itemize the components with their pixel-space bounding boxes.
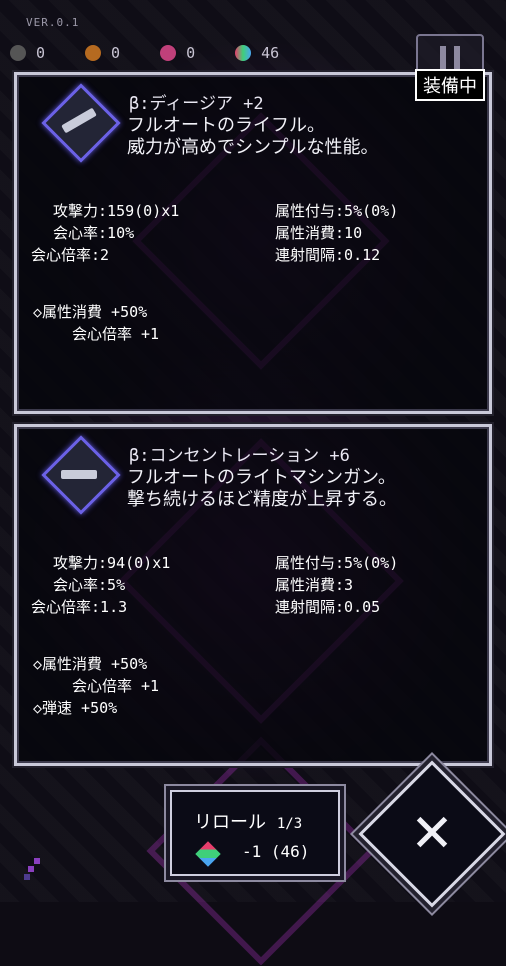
resource-cube: 46	[235, 44, 279, 62]
gem-icon	[10, 45, 26, 61]
weapon-card-2[interactable]: β:コンセントレーション +6 フルオートのライトマシンガン。 撃ち続けるほど精…	[14, 424, 492, 766]
gear-count: 0	[111, 44, 121, 62]
stat-attack: 攻撃力:94(0)x1	[53, 554, 171, 572]
corner-decoration-icon	[24, 858, 46, 882]
stat-fire-interval: 連射間隔:0.05	[275, 598, 381, 616]
cube-count: 46	[261, 44, 280, 62]
weapon-description: フルオートのライフル。 威力が高めでシンプルな性能。	[127, 115, 378, 159]
modifier-line: ◇属性消費 +50%	[33, 655, 148, 673]
stat-element-add: 属性付与:5%(0%)	[275, 202, 399, 220]
reroll-cost: -1 (46)	[242, 842, 310, 861]
resource-gem: 0	[10, 44, 45, 62]
weapon-card-1[interactable]: 装備中 β:ディージア +2 フルオートのライフル。 威力が高めでシンプルな性能…	[14, 69, 492, 414]
cube-icon	[195, 841, 221, 867]
version-label: VER.0.1	[26, 16, 80, 29]
stat-crit-rate: 会心率:5%	[53, 576, 126, 594]
weapon-name: β:ディージア +2	[129, 94, 264, 114]
close-icon: ✕	[410, 804, 454, 864]
resource-chip: 0	[160, 44, 195, 62]
desc-line-1: フルオートのライフル。	[127, 115, 325, 136]
desc-line-1: フルオートのライトマシンガン。	[127, 467, 396, 488]
chip-count: 0	[186, 44, 196, 62]
stat-element-cost: 属性消費:10	[275, 224, 363, 242]
desc-line-2: 威力が高めでシンプルな性能。	[127, 137, 379, 158]
cube-icon	[235, 45, 252, 61]
modifier-line: ◇属性消費 +50%	[33, 303, 148, 321]
desc-line-2: 撃ち続けるほど精度が上昇する。	[127, 489, 397, 510]
stat-crit-mult: 会心倍率:2	[31, 246, 110, 264]
stat-element-add: 属性付与:5%(0%)	[275, 554, 399, 572]
gear-icon	[85, 45, 102, 61]
stats-block: 攻撃力:159(0)x1 属性付与:5%(0%) 会心率:10% 属性消費:10…	[31, 201, 481, 265]
modifier-line: 会心倍率 +1	[57, 677, 160, 695]
resource-bar: 0 0 0 46	[10, 44, 279, 62]
stat-crit-rate: 会心率:10%	[53, 224, 135, 242]
modifier-line: 会心倍率 +1	[57, 325, 160, 343]
modifier-line: ◇弾速 +50%	[33, 699, 118, 717]
chip-icon	[160, 45, 177, 61]
gem-count: 0	[36, 44, 46, 62]
rifle-icon	[41, 83, 121, 163]
modifiers: ◇属性消費 +50% 会心倍率 +1 ◇弾速 +50%	[33, 653, 159, 719]
reroll-button[interactable]: リロール 1/3 -1 (46)	[170, 790, 340, 876]
modifiers: ◇属性消費 +50% 会心倍率 +1	[33, 301, 159, 345]
stat-fire-interval: 連射間隔:0.12	[275, 246, 381, 264]
stats-block: 攻撃力:94(0)x1 属性付与:5%(0%) 会心率:5% 属性消費:3 会心…	[31, 553, 481, 617]
weapon-description: フルオートのライトマシンガン。 撃ち続けるほど精度が上昇する。	[127, 467, 397, 511]
stat-crit-mult: 会心倍率:1.3	[31, 598, 128, 616]
equipped-badge: 装備中	[415, 69, 485, 101]
stat-attack: 攻撃力:159(0)x1	[53, 202, 180, 220]
stat-element-cost: 属性消費:3	[275, 576, 354, 594]
machinegun-icon	[41, 435, 121, 515]
weapon-name: β:コンセントレーション +6	[129, 446, 350, 466]
reroll-label: リロール 1/3	[194, 812, 303, 833]
resource-gear: 0	[85, 44, 120, 62]
